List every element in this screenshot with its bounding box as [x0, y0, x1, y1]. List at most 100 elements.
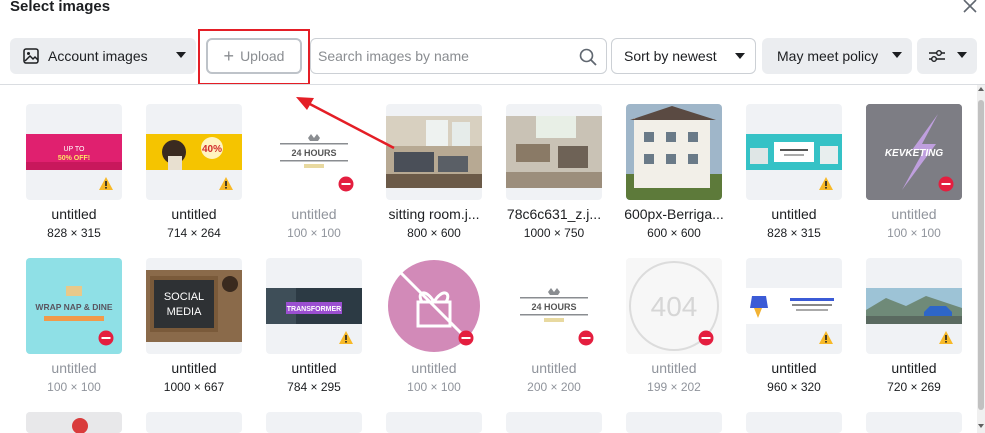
- image-thumbnail[interactable]: TRANSFORMER: [266, 258, 362, 354]
- image-thumbnail[interactable]: SOCIAL MEDIA: [146, 258, 242, 354]
- image-name: untitled: [171, 206, 217, 222]
- image-dimensions: 714 × 264: [167, 226, 221, 240]
- image-name: untitled: [51, 206, 97, 222]
- image-thumbnail[interactable]: [26, 412, 122, 433]
- image-thumbnail[interactable]: WRAP NAP & DINE: [26, 258, 122, 354]
- image-name: sitting room.j...: [388, 206, 480, 222]
- scroll-down-icon[interactable]: [978, 424, 984, 428]
- image-thumbnail[interactable]: [506, 412, 602, 433]
- blocked-icon: [938, 176, 954, 192]
- image-thumbnail[interactable]: [266, 412, 362, 433]
- close-icon[interactable]: [961, 0, 979, 15]
- image-thumbnail[interactable]: KEVKETING: [866, 104, 962, 200]
- chevron-down-icon: [892, 52, 902, 58]
- thumb-text: 404: [651, 291, 698, 322]
- image-dimensions: 100 × 100: [47, 380, 101, 394]
- image-thumbnail[interactable]: 24 HOURS: [266, 104, 362, 200]
- upload-button[interactable]: + Upload: [206, 38, 302, 74]
- image-thumbnail[interactable]: [386, 258, 482, 354]
- blocked-icon: [338, 176, 354, 192]
- thumb-text: KEVKETING: [885, 148, 944, 159]
- warning-icon: [819, 177, 833, 190]
- thumb-text: UP TO: [63, 146, 85, 153]
- image-dimensions: 600 × 600: [647, 226, 701, 240]
- image-dimensions: 1000 × 667: [163, 380, 225, 394]
- sale-banner-image: UP TO 50% OFF!: [26, 134, 122, 170]
- warning-icon: [219, 177, 233, 190]
- room-photo: [506, 116, 602, 188]
- image-dimensions: 100 × 100: [887, 226, 941, 240]
- car-landscape-image: [866, 288, 962, 324]
- social-media-chalkboard-image: SOCIAL MEDIA: [146, 270, 242, 342]
- filter-settings-dropdown[interactable]: [917, 38, 977, 74]
- image-name: untitled: [771, 206, 817, 222]
- image-name: untitled: [531, 360, 577, 376]
- image-name: untitled: [51, 360, 97, 376]
- thumb-text: SOCIAL: [164, 291, 204, 303]
- toolbar: Account images + Upload Sort by newest M…: [0, 29, 985, 85]
- thumb-text: TRANSFORMER: [287, 306, 341, 313]
- thumb-text: MEDIA: [167, 306, 203, 318]
- image-dimensions: 720 × 269: [887, 380, 941, 394]
- image-thumbnail[interactable]: 40%: [146, 104, 242, 200]
- sort-label: Sort by newest: [624, 48, 717, 64]
- account-images-dropdown[interactable]: Account images: [10, 38, 196, 74]
- image-dimensions: 784 × 295: [287, 380, 341, 394]
- sitting-room-photo: [386, 116, 482, 188]
- home-banner-image: [746, 134, 842, 170]
- image-name: 600px-Berriga...: [624, 206, 724, 222]
- image-thumbnail[interactable]: UP TO 50% OFF!: [26, 104, 122, 200]
- building-photo: [626, 104, 722, 200]
- warning-icon: [99, 177, 113, 190]
- image-thumbnail[interactable]: [146, 412, 242, 433]
- image-thumbnail[interactable]: [746, 104, 842, 200]
- image-name: untitled: [651, 360, 697, 376]
- image-dimensions: 100 × 100: [287, 226, 341, 240]
- partial-image: [26, 412, 122, 433]
- image-thumbnail[interactable]: [746, 412, 842, 433]
- warning-icon: [939, 331, 953, 344]
- image-thumbnail[interactable]: [866, 258, 962, 354]
- plus-icon: +: [223, 45, 235, 66]
- transformer-banner-image: TRANSFORMER: [266, 288, 362, 324]
- chevron-down-icon: [176, 52, 186, 58]
- policy-filter-dropdown[interactable]: May meet policy: [762, 38, 912, 74]
- image-thumbnail[interactable]: [866, 412, 962, 433]
- scroll-up-icon[interactable]: [978, 87, 984, 91]
- sort-dropdown[interactable]: Sort by newest: [611, 38, 756, 74]
- search-box: [310, 38, 607, 74]
- image-thumbnail[interactable]: [626, 104, 722, 200]
- rocket-banner-image: [746, 288, 842, 324]
- image-dimensions: 828 × 315: [767, 226, 821, 240]
- image-thumbnail[interactable]: [626, 412, 722, 433]
- thumb-text: 24 HOURS: [291, 148, 336, 158]
- blocked-icon: [578, 330, 594, 346]
- image-dimensions: 960 × 320: [767, 380, 821, 394]
- image-dimensions: 199 × 202: [647, 380, 701, 394]
- chevron-down-icon: [957, 52, 967, 58]
- logo-image: 24 HOURS: [266, 132, 362, 172]
- image-dimensions: 100 × 100: [407, 380, 461, 394]
- blocked-icon: [458, 330, 474, 346]
- thumb-text: 24 HOURS: [531, 302, 576, 312]
- image-thumbnail[interactable]: 24 HOURS: [506, 258, 602, 354]
- image-thumbnail[interactable]: [746, 258, 842, 354]
- search-icon[interactable]: [578, 47, 598, 67]
- logo-image: 24 HOURS: [506, 286, 602, 326]
- image-thumbnail[interactable]: [386, 412, 482, 433]
- blocked-icon: [698, 330, 714, 346]
- upload-label: Upload: [240, 48, 285, 64]
- image-name: untitled: [291, 360, 337, 376]
- image-thumbnail[interactable]: 404: [626, 258, 722, 354]
- search-input[interactable]: [311, 39, 566, 73]
- image-thumbnail[interactable]: [506, 104, 602, 200]
- thumb-text: 50% OFF!: [58, 155, 90, 162]
- image-name: untitled: [891, 360, 937, 376]
- image-dimensions: 800 × 600: [407, 226, 461, 240]
- image-thumbnail[interactable]: [386, 104, 482, 200]
- blocked-icon: [98, 330, 114, 346]
- image-dimensions: 1000 × 750: [523, 226, 585, 240]
- image-name: untitled: [291, 206, 337, 222]
- image-icon: [23, 48, 39, 64]
- scrollbar-thumb[interactable]: [978, 100, 984, 410]
